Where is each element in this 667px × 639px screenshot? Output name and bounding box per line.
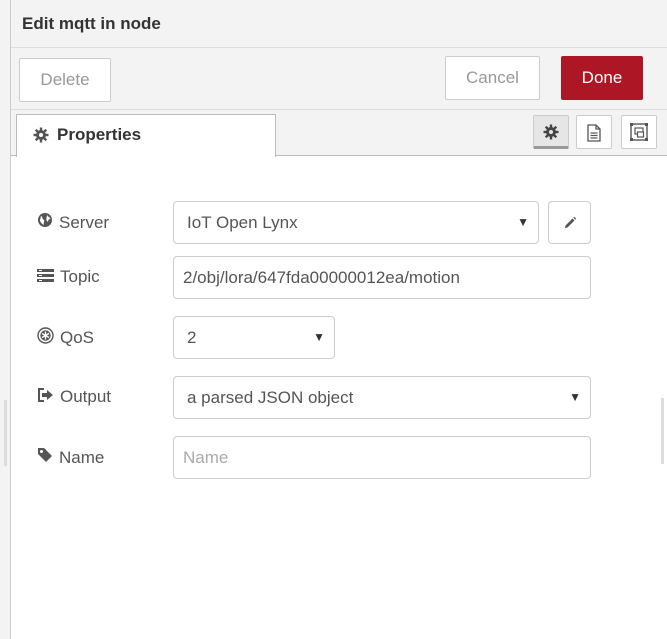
resize-grip[interactable] — [4, 400, 7, 466]
globe-icon — [37, 212, 59, 233]
server-row: Server IoT Open Lynx ▼ — [11, 201, 667, 245]
output-select[interactable]: a parsed JSON object ▼ — [173, 376, 591, 419]
chevron-down-icon: ▼ — [313, 330, 325, 344]
topic-input[interactable]: 2/obj/lora/647fda00000012ea/motion — [173, 256, 591, 299]
server-label: Server — [37, 212, 109, 233]
edit-server-button[interactable] — [548, 201, 591, 244]
server-value: IoT Open Lynx — [187, 213, 298, 232]
workspace-edge — [0, 0, 11, 639]
topic-list-icon — [37, 267, 60, 287]
tray-title: Edit mqtt in node — [22, 14, 161, 33]
qos-row: QoS 2 ▼ — [11, 316, 667, 360]
done-button[interactable]: Done — [561, 56, 643, 100]
tab-bar: Properties — [11, 110, 667, 157]
name-row: Name Name — [11, 436, 667, 480]
qos-label: QoS — [37, 327, 94, 349]
description-tab-button[interactable] — [576, 115, 612, 149]
server-select[interactable]: IoT Open Lynx ▼ — [173, 201, 539, 244]
chevron-down-icon: ▼ — [569, 390, 581, 404]
qos-asterisk-icon — [37, 327, 60, 349]
tray-toolbar: Delete Cancel Done — [11, 48, 667, 110]
topic-value: 2/obj/lora/647fda00000012ea/motion — [183, 268, 460, 287]
resize-grip-right[interactable] — [661, 398, 664, 464]
output-row: Output a parsed JSON object ▼ — [11, 376, 667, 420]
edit-tray: Edit mqtt in node Delete Cancel Done Pro… — [11, 0, 667, 639]
chevron-down-icon: ▼ — [517, 215, 529, 229]
cancel-button[interactable]: Cancel — [445, 56, 540, 100]
delete-button[interactable]: Delete — [19, 58, 111, 102]
name-placeholder: Name — [183, 448, 229, 467]
topic-row: Topic 2/obj/lora/647fda00000012ea/motion — [11, 256, 667, 300]
name-label: Name — [37, 447, 104, 468]
appearance-tab-button[interactable] — [621, 115, 657, 149]
qos-select[interactable]: 2 ▼ — [173, 316, 335, 359]
tab-properties-label: Properties — [57, 125, 142, 144]
output-value: a parsed JSON object — [187, 388, 354, 407]
settings-tab-button[interactable] — [533, 115, 569, 149]
name-input[interactable]: Name — [173, 436, 591, 479]
topic-label: Topic — [37, 267, 100, 287]
gear-icon — [33, 127, 49, 143]
tag-icon — [37, 447, 59, 468]
tab-properties[interactable]: Properties — [16, 114, 276, 157]
tray-header: Edit mqtt in node — [11, 0, 667, 48]
sign-out-icon — [37, 387, 60, 407]
qos-value: 2 — [187, 328, 197, 347]
output-label: Output — [37, 387, 111, 407]
